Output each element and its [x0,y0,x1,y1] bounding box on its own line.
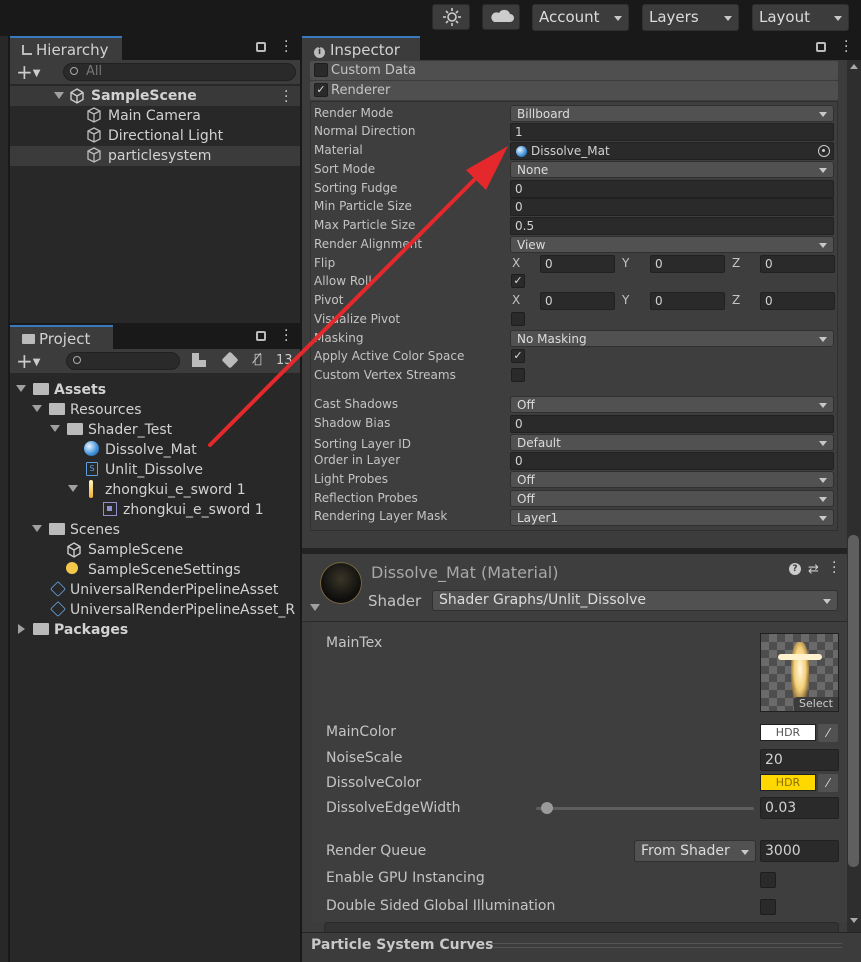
annotation-arrow [208,146,508,447]
